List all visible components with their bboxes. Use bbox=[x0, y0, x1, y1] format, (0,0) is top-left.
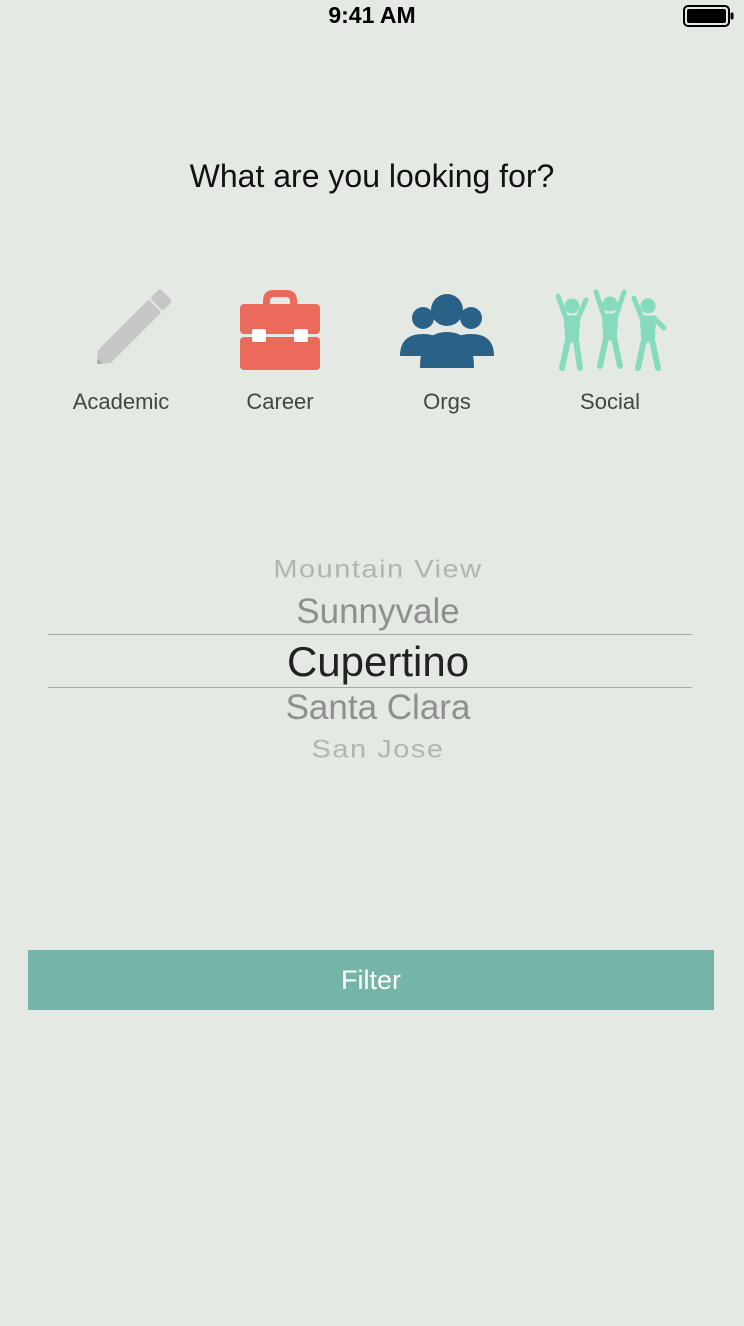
picker-option[interactable]: Santa Clara bbox=[48, 688, 708, 728]
category-orgs[interactable]: Orgs bbox=[372, 284, 522, 424]
group-icon bbox=[400, 294, 494, 368]
picker-divider-top bbox=[48, 634, 692, 635]
category-academic[interactable]: Academic bbox=[46, 284, 196, 424]
category-label-career: Career bbox=[246, 389, 314, 414]
category-social[interactable]: Social bbox=[535, 284, 685, 424]
picker-selected-option[interactable]: Cupertino bbox=[48, 638, 708, 686]
picker-option[interactable]: San Jose bbox=[48, 736, 708, 764]
battery-full-icon bbox=[683, 5, 734, 27]
picker-option[interactable]: Sunnyvale bbox=[48, 592, 708, 632]
filter-button[interactable]: Filter bbox=[28, 950, 714, 1010]
status-time: 9:41 AM bbox=[328, 2, 416, 28]
location-picker[interactable]: Mountain View Sunnyvale Cupertino Santa … bbox=[48, 548, 692, 778]
category-label-academic: Academic bbox=[72, 389, 170, 414]
status-bar: 9:41 AM bbox=[0, 0, 744, 30]
category-label-social: Social bbox=[580, 389, 640, 414]
page-title: What are you looking for? bbox=[189, 158, 555, 194]
category-label-orgs: Orgs bbox=[423, 389, 471, 414]
picker-option[interactable]: Mountain View bbox=[48, 556, 708, 584]
briefcase-icon bbox=[240, 290, 320, 370]
pencil-icon bbox=[97, 289, 172, 364]
people-celebrating-icon bbox=[555, 289, 667, 371]
category-career[interactable]: Career bbox=[205, 284, 355, 424]
